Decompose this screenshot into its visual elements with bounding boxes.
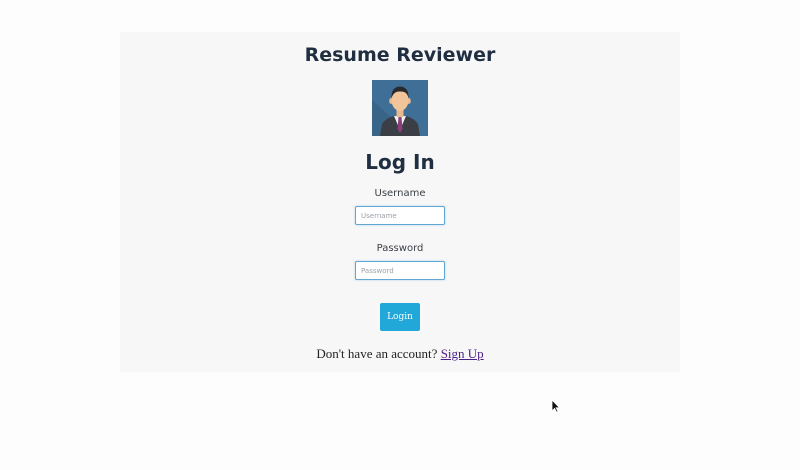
app-title: Resume Reviewer [304,44,496,66]
businessman-avatar-icon [372,80,428,136]
username-input[interactable] [355,206,445,225]
mouse-cursor-icon [551,399,561,413]
signup-prompt-line: Don't have an account? Sign Up [120,346,680,362]
password-label: Password [376,243,424,254]
login-card: Resume Reviewer Log In Username Password… [120,32,680,372]
page-heading: Log In [365,150,435,174]
signup-prompt-text: Don't have an account? [316,346,438,361]
username-label: Username [374,188,426,199]
signup-link[interactable]: Sign Up [441,346,484,361]
login-button[interactable]: Login [380,303,420,331]
password-input[interactable] [355,261,445,280]
